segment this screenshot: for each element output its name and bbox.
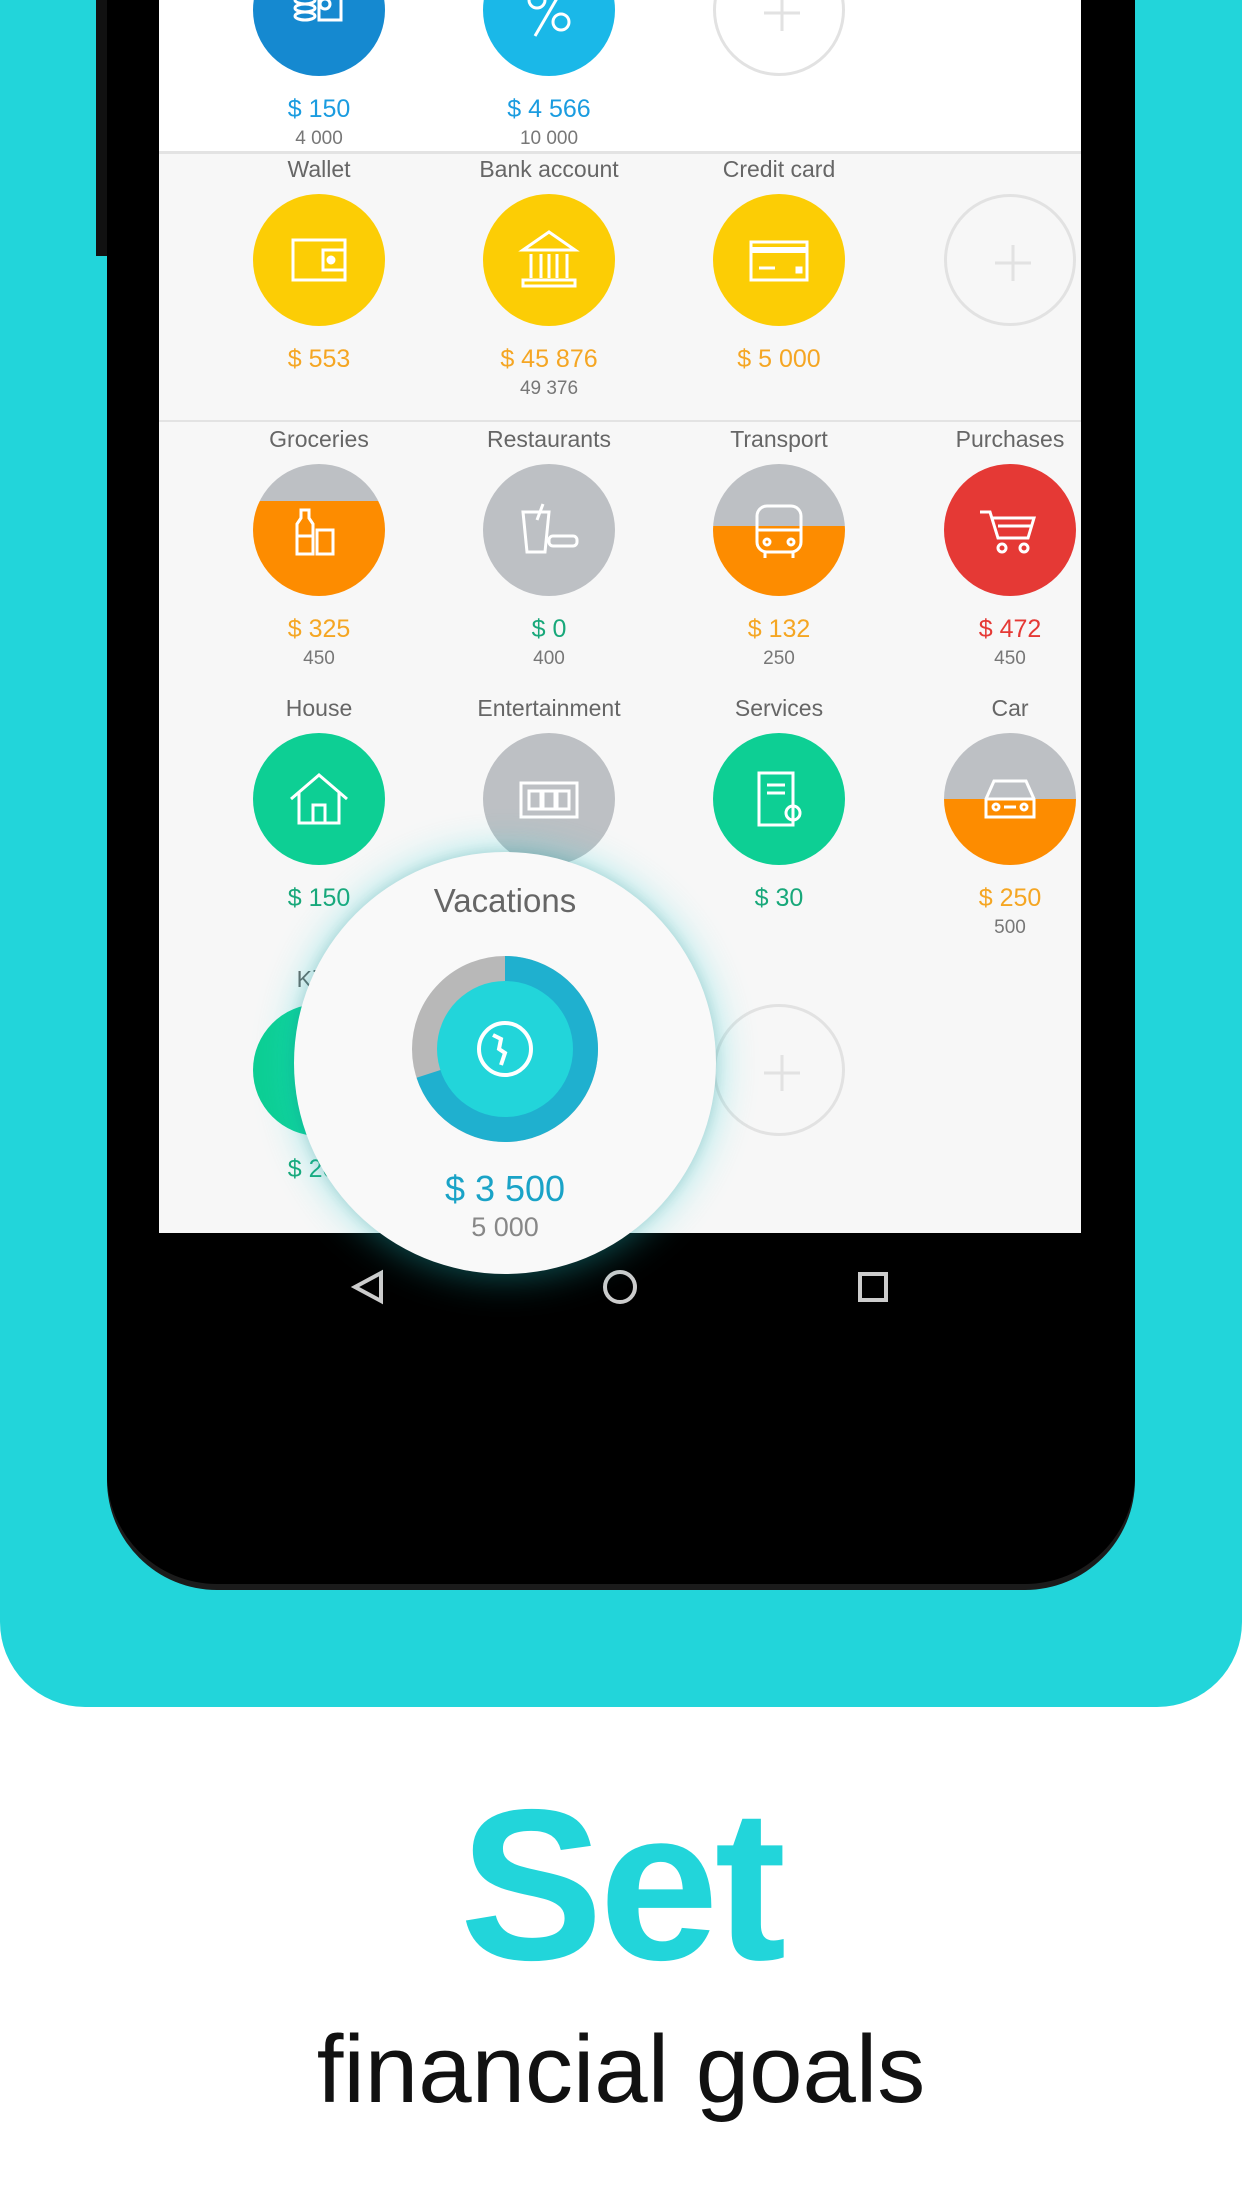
add-icon	[764, 1055, 800, 1091]
document-icon	[757, 771, 802, 827]
android-nav-bar	[107, 1233, 1135, 1343]
category-amount: $ 132	[747, 615, 811, 643]
cart-icon	[980, 510, 1037, 554]
category-label: Car	[991, 695, 1029, 721]
category-circle[interactable]	[483, 464, 615, 596]
category-budget: 450	[303, 648, 335, 669]
category-label: Purchases	[955, 426, 1065, 452]
category-amount: $ 4 566	[507, 95, 591, 123]
goal-progress-ring	[412, 956, 598, 1142]
category-budget: 400	[533, 648, 565, 669]
back-icon[interactable]	[350, 1269, 383, 1305]
category-circle[interactable]	[483, 0, 615, 76]
headline: Set	[459, 1764, 787, 2005]
category-budget: 4 000	[295, 128, 343, 149]
restaurant-icon	[521, 503, 579, 554]
vacations-goal-popup[interactable]: Vacations $ 3 500 5 000	[294, 852, 716, 1274]
category-label: Services	[734, 695, 824, 721]
credit-card-icon	[749, 240, 809, 282]
category-budget: 500	[994, 917, 1026, 938]
category-circle[interactable]	[713, 194, 845, 326]
recents-icon[interactable]	[858, 1272, 888, 1302]
subheadline: financial goals	[316, 2016, 926, 2123]
ring-center	[437, 981, 573, 1117]
bank-icon	[518, 230, 580, 288]
category-amount: $ 45 876	[500, 345, 598, 373]
category-circle[interactable]	[713, 464, 845, 596]
category-label: Restaurants	[486, 426, 611, 452]
category-circle[interactable]	[944, 194, 1076, 326]
popup-amount: $ 3 500	[444, 1168, 566, 1209]
percent-icon	[527, 0, 571, 37]
category-circle[interactable]	[483, 733, 615, 865]
film-icon	[519, 781, 579, 819]
nav-icons	[350, 1269, 888, 1305]
category-amount: $ 150	[287, 95, 351, 123]
category-label: Transport	[730, 426, 828, 452]
section-divider	[159, 420, 1081, 422]
category-amount: $ 325	[287, 615, 351, 643]
bus-icon	[755, 504, 803, 558]
house-icon	[290, 773, 348, 825]
category-label: Groceries	[269, 426, 369, 452]
category-budget: 49 376	[519, 378, 579, 399]
category-label: House	[285, 695, 353, 721]
category-circle[interactable]	[713, 1004, 845, 1136]
category-circle[interactable]	[253, 0, 385, 76]
category-amount: $ 5 000	[737, 345, 821, 373]
add-icon	[995, 245, 1031, 281]
category-label: Credit card	[722, 156, 836, 182]
category-circle[interactable]	[713, 733, 845, 865]
popup-title: Vacations	[433, 882, 577, 919]
category-budget: 250	[763, 648, 795, 669]
category-circle[interactable]	[483, 194, 615, 326]
category-amount: $ 250	[978, 884, 1042, 912]
popup-target: 5 000	[471, 1212, 539, 1242]
category-circle[interactable]	[253, 194, 385, 326]
category-amount: $ 553	[287, 345, 351, 373]
category-circle[interactable]	[253, 733, 385, 865]
category-budget: 10 000	[519, 128, 579, 149]
category-circle[interactable]	[944, 464, 1076, 596]
category-circle[interactable]	[253, 464, 385, 596]
coins-icon	[293, 0, 343, 22]
category-circle[interactable]	[944, 733, 1076, 865]
category-amount: $ 472	[978, 615, 1042, 643]
category-label: Entertainment	[477, 695, 621, 721]
category-label: Bank account	[479, 156, 619, 182]
category-amount: $ 0	[531, 615, 567, 643]
groceries-icon	[295, 508, 335, 556]
add-icon	[764, 0, 800, 31]
category-budget: 450	[994, 648, 1026, 669]
wallet-icon	[291, 238, 347, 282]
category-circle[interactable]	[713, 0, 845, 76]
category-label: Wallet	[287, 156, 351, 182]
car-icon	[984, 779, 1036, 819]
home-icon[interactable]	[603, 1270, 637, 1304]
